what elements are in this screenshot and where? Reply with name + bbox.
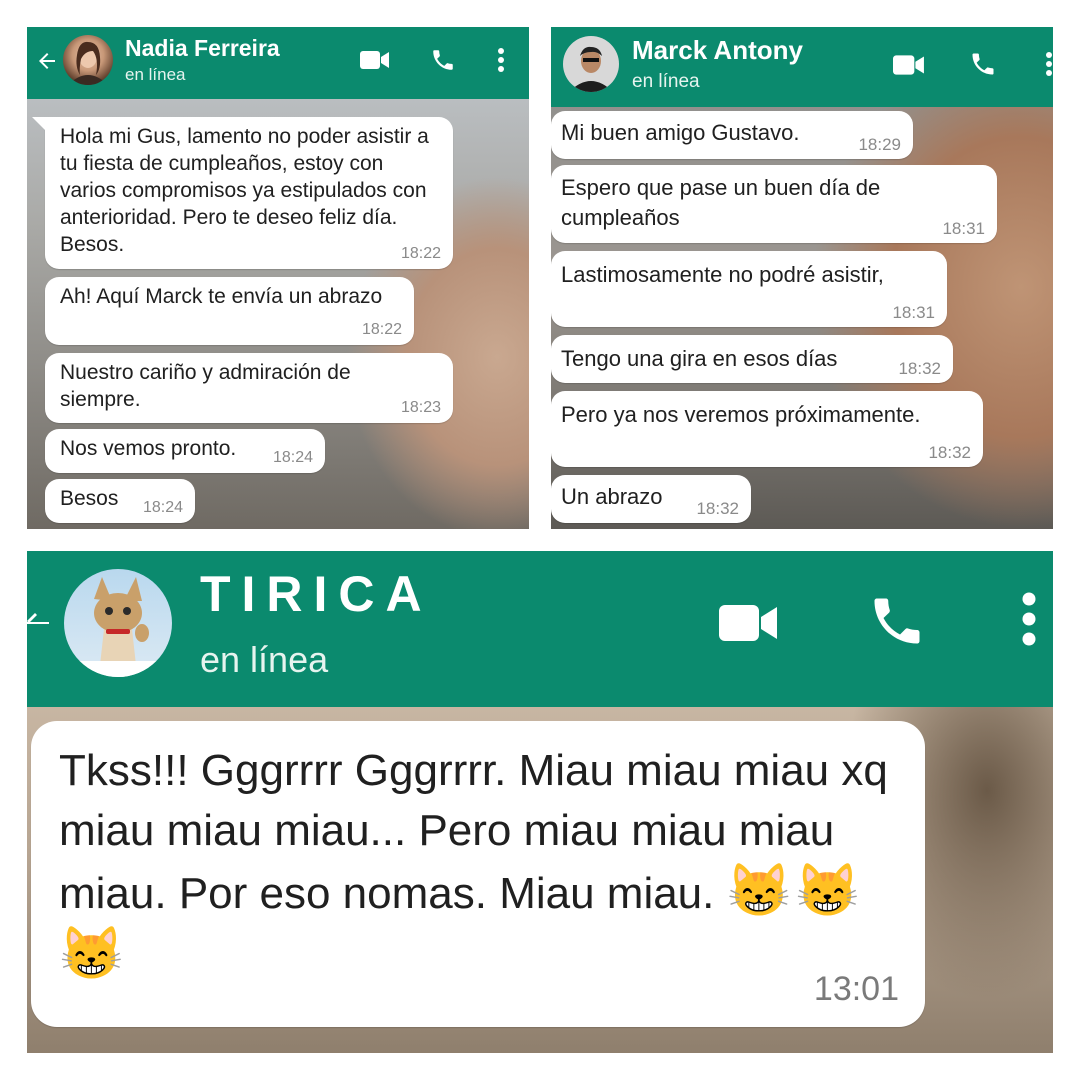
chat-panel-nadia: Nadia Ferreira en línea Hola mi Gus, lam… xyxy=(27,27,529,529)
avatar-portrait-icon xyxy=(569,46,613,92)
chat-header: Nadia Ferreira en línea xyxy=(27,27,529,99)
message-bubble[interactable]: Mi buen amigo Gustavo. 18:29 xyxy=(551,111,913,159)
cat-avatar-icon xyxy=(64,577,172,677)
message-bubble[interactable]: Nos vemos pronto. 18:24 xyxy=(45,429,325,473)
message-text: Lastimosamente no podré asistir, xyxy=(561,262,884,287)
message-text: Nuestro cariño y admiración de siempre. xyxy=(60,361,351,411)
contact-name[interactable]: TIRICA xyxy=(200,565,433,623)
message-time: 18:32 xyxy=(696,499,739,518)
message-bubble[interactable]: Un abrazo 18:32 xyxy=(551,475,751,523)
chat-panel-tirica: TIRICA en línea Tkss!!! Gggrrrr Gggrrrr.… xyxy=(27,551,1053,1053)
more-options-icon[interactable] xyxy=(1021,591,1037,647)
bubble-tail xyxy=(32,117,46,131)
message-bubble[interactable]: Tkss!!! Gggrrrr Gggrrrr. Miau miau miau … xyxy=(31,721,925,1027)
video-call-icon[interactable] xyxy=(893,53,925,77)
message-bubble[interactable]: Besos 18:24 xyxy=(45,479,195,523)
message-time: 18:29 xyxy=(858,135,901,154)
message-text: Besos xyxy=(60,487,119,510)
message-text: Ah! Aquí Marck te envía un abrazo xyxy=(60,285,383,308)
message-bubble[interactable]: Tengo una gira en esos días 18:32 xyxy=(551,335,953,383)
back-arrow-icon[interactable] xyxy=(35,49,59,73)
contact-status: en línea xyxy=(200,639,329,680)
back-arrow-icon[interactable] xyxy=(27,611,49,635)
contact-status: en línea xyxy=(125,65,186,84)
message-time: 18:24 xyxy=(272,449,313,466)
message-text: Un abrazo xyxy=(561,484,663,509)
phone-icon[interactable] xyxy=(867,591,927,651)
contact-name[interactable]: Nadia Ferreira xyxy=(125,35,280,62)
contact-avatar[interactable] xyxy=(563,36,619,92)
message-text: Espero que pase un buen día de cumpleaño… xyxy=(561,175,881,230)
avatar-portrait-icon xyxy=(68,41,108,85)
message-bubble[interactable]: Hola mi Gus, lamento no poder asistir a … xyxy=(32,117,453,269)
message-time: 18:31 xyxy=(942,219,985,238)
message-bubble[interactable]: Nuestro cariño y admiración de siempre. … xyxy=(45,353,453,423)
message-bubble[interactable]: Lastimosamente no podré asistir, 18:31 xyxy=(551,251,947,327)
message-bubble[interactable]: Espero que pase un buen día de cumpleaño… xyxy=(551,165,997,243)
message-time: 18:22 xyxy=(361,321,402,338)
phone-icon[interactable] xyxy=(969,50,997,78)
message-time: 13:01 xyxy=(813,970,899,1008)
message-text: Nos vemos pronto. xyxy=(60,437,237,460)
message-text: Tkss!!! Gggrrrr Gggrrrr. Miau miau miau … xyxy=(59,741,899,987)
message-time: 18:23 xyxy=(400,399,441,416)
chat-header: TIRICA en línea xyxy=(27,551,1053,707)
message-time: 18:22 xyxy=(400,245,441,262)
video-call-icon[interactable] xyxy=(360,49,390,71)
message-time: 18:32 xyxy=(898,359,941,378)
message-time: 18:24 xyxy=(142,499,183,516)
message-bubble[interactable]: Ah! Aquí Marck te envía un abrazo 18:22 xyxy=(45,277,414,345)
message-time: 18:32 xyxy=(928,443,971,462)
chat-header: Marck Antony en línea xyxy=(551,27,1053,107)
message-text: Hola mi Gus, lamento no poder asistir a … xyxy=(60,125,429,256)
contact-name[interactable]: Marck Antony xyxy=(632,35,803,66)
message-text: Pero ya nos veremos próximamente. xyxy=(561,402,921,427)
message-time: 18:31 xyxy=(892,303,935,322)
phone-icon[interactable] xyxy=(430,47,456,73)
more-options-icon[interactable] xyxy=(1045,51,1053,77)
message-text: Tengo una gira en esos días xyxy=(561,346,838,371)
message-text: Mi buen amigo Gustavo. xyxy=(561,120,800,145)
contact-avatar[interactable] xyxy=(63,35,113,85)
more-options-icon[interactable] xyxy=(497,47,505,73)
video-call-icon[interactable] xyxy=(717,601,781,645)
message-bubble[interactable]: Pero ya nos veremos próximamente. 18:32 xyxy=(551,391,983,467)
contact-avatar[interactable] xyxy=(64,569,172,677)
contact-status: en línea xyxy=(632,71,700,92)
chat-panel-marck: Marck Antony en línea Mi buen amigo Gust… xyxy=(551,27,1053,529)
